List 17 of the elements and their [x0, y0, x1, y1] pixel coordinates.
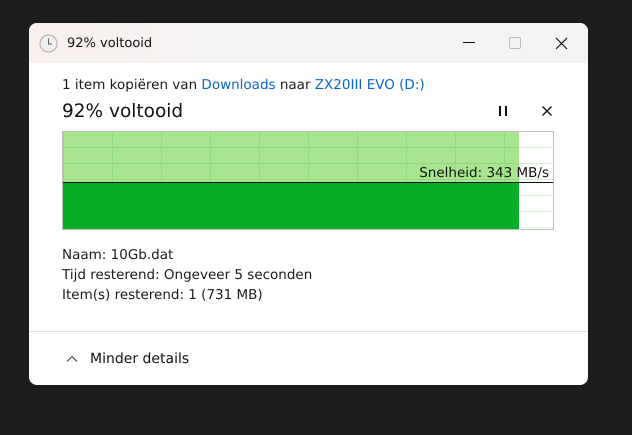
- clock-icon: [39, 34, 58, 52]
- details-toggle[interactable]: Minder details: [66, 350, 190, 366]
- location-link[interactable]: ZX20III EVO (D:): [314, 77, 425, 93]
- location-link[interactable]: Downloads: [201, 77, 276, 93]
- detail-line: Tijd resterend: Ongeveer 5 seconden: [62, 267, 314, 284]
- chevron-icon: [66, 355, 78, 362]
- detail-line: Item(s) resterend: 1 (731 MB): [62, 287, 264, 304]
- close-icon: [554, 36, 568, 50]
- detail-line: Naam: 10Gb.dat: [62, 247, 174, 264]
- window-title: 92% voltooid: [67, 36, 154, 50]
- pause-icon: [499, 106, 507, 116]
- minimize-icon: [463, 42, 475, 44]
- close-icon: [542, 106, 552, 116]
- speed-label: Snelheid: 343 MB/s: [419, 165, 549, 182]
- copy-summary: 1 item kopiëren van Downloads naar ZX20III EVO (D:): [62, 77, 426, 93]
- progress-heading: 92% voltooid: [62, 100, 184, 122]
- maximize-icon: [509, 37, 521, 49]
